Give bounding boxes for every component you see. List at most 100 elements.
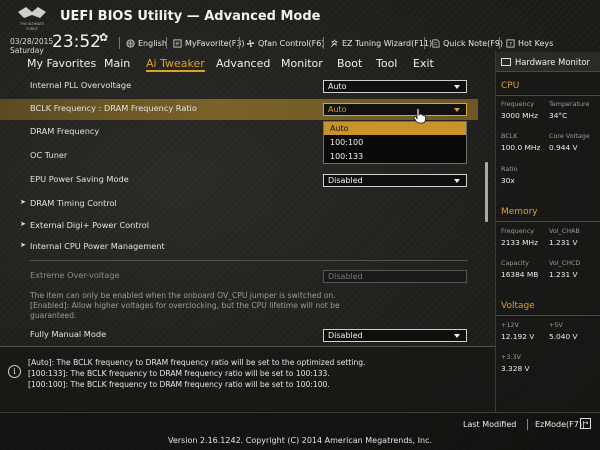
option-100-100[interactable]: 100:100 (324, 136, 466, 149)
core-voltage-label: Core Voltage (549, 132, 590, 140)
ez-tuning-button[interactable]: EZ Tuning Wizard(F11) (323, 36, 432, 50)
submenu-cpu-power[interactable]: ➤ Internal CPU Power Management (0, 237, 478, 258)
divider (239, 37, 240, 49)
hardware-monitor-header: Hardware Monitor (496, 52, 600, 72)
internal-pll-select[interactable]: Auto (323, 80, 467, 93)
v12-value: 12.192 V (501, 332, 535, 341)
bios-screen: THE ULTIMATE FORCE UEFI BIOS Utility — A… (0, 0, 600, 450)
tab-ai-tweaker[interactable]: Ai Tweaker (146, 57, 205, 72)
hotkeys-label: Hot Keys (518, 38, 554, 48)
select-value: Auto (328, 82, 347, 91)
page-title: UEFI BIOS Utility — Advanced Mode (60, 9, 321, 24)
chevron-down-icon (454, 108, 460, 112)
monitor-icon (501, 58, 511, 66)
quick-note-label: Quick Note(F9) (443, 38, 504, 48)
quick-note-button[interactable]: Quick Note(F9) (424, 36, 504, 50)
divider (499, 37, 500, 49)
divider (527, 419, 528, 430)
capacity-label: Capacity (501, 259, 529, 267)
bclk-value: 100.0 MHz (501, 143, 541, 152)
help-line: [Auto]: The BCLK frequency to DRAM frequ… (28, 358, 366, 367)
favorite-icon (172, 38, 182, 48)
scrollbar-thumb[interactable] (485, 162, 488, 222)
ratio-label: Ratio (501, 165, 518, 173)
hotkeys-icon: ? (505, 38, 515, 48)
clock-display[interactable]: 23:52 (52, 32, 101, 52)
bclk-ratio-options: Auto 100:100 100:133 (323, 121, 467, 164)
divider (496, 221, 600, 222)
bclk-ratio-select[interactable]: Auto (323, 103, 467, 116)
tab-my-favorites[interactable]: My Favorites (27, 57, 96, 70)
copyright-text: Version 2.16.1242. Copyright (C) 2014 Am… (167, 436, 433, 445)
help-panel: i [Auto]: The BCLK frequency to DRAM fre… (0, 346, 495, 412)
setting-bclk-ratio[interactable]: BCLK Frequency : DRAM Frequency Ratio Au… (0, 99, 478, 120)
epu-select[interactable]: Disabled (323, 174, 467, 187)
exit-arrow-icon[interactable]: → (580, 418, 591, 429)
chevron-down-icon (454, 334, 460, 338)
bclk-label: BCLK (501, 132, 518, 140)
setting-epu-power[interactable]: EPU Power Saving Mode Disabled (0, 170, 478, 191)
ezmode-button[interactable]: EzMode(F7)| (535, 420, 585, 429)
submenu-label: External Digi+ Power Control (30, 220, 150, 230)
section-cpu: CPU (501, 81, 520, 91)
option-auto[interactable]: Auto (324, 122, 466, 135)
hardware-monitor-title: Hardware Monitor (515, 57, 590, 67)
divider (323, 37, 324, 49)
setting-label: EPU Power Saving Mode (30, 174, 129, 184)
select-value: Disabled (328, 176, 363, 185)
cpu-frequency-label: Frequency (501, 100, 535, 108)
tab-advanced[interactable]: Advanced (216, 57, 270, 70)
cpu-temperature-value: 34°C (549, 111, 568, 120)
tab-tool[interactable]: Tool (376, 57, 397, 70)
submenu-digi-power[interactable]: ➤ External Digi+ Power Control (0, 216, 478, 237)
divider (119, 37, 120, 49)
divider (166, 37, 167, 49)
cpu-frequency-value: 3000 MHz (501, 111, 538, 120)
submenu-dram-timing[interactable]: ➤ DRAM Timing Control (0, 194, 478, 215)
note-line: [Enabled]: Allow higher voltages for ove… (30, 301, 340, 310)
hardware-monitor-panel: Hardware Monitor CPU Frequency Temperatu… (495, 52, 600, 412)
setting-internal-pll[interactable]: Internal PLL Overvoltage Auto (0, 76, 478, 97)
date-display: 03/28/2015 Saturday (10, 37, 53, 55)
rog-logo-icon: THE ULTIMATE FORCE (18, 7, 46, 31)
extreme-ov-select: Disabled (323, 270, 467, 283)
setting-label: BCLK Frequency : DRAM Frequency Ratio (30, 103, 197, 113)
select-value: Disabled (328, 272, 363, 281)
setting-label: Extreme Over-voltage (30, 270, 120, 280)
vol-chcd-value: 1.231 V (549, 270, 578, 279)
setting-label: Fully Manual Mode (30, 329, 107, 339)
hotkeys-button[interactable]: ? Hot Keys (499, 36, 554, 50)
option-100-133[interactable]: 100:133 (324, 150, 466, 163)
chevron-down-icon (454, 179, 460, 183)
tab-monitor[interactable]: Monitor (281, 57, 323, 70)
gear-icon[interactable]: ✿ (99, 31, 108, 44)
section-memory: Memory (501, 207, 538, 217)
wizard-icon (329, 38, 339, 48)
v33-label: +3.3V (501, 353, 521, 361)
globe-icon (125, 38, 135, 48)
tab-boot[interactable]: Boot (337, 57, 362, 70)
header-bar: THE ULTIMATE FORCE UEFI BIOS Utility — A… (0, 0, 600, 56)
myfavorite-button[interactable]: MyFavorite(F3) (166, 36, 245, 50)
tab-main[interactable]: Main (104, 57, 130, 70)
setting-fully-manual[interactable]: Fully Manual Mode Disabled (0, 325, 478, 346)
divider (496, 315, 600, 316)
v5-label: +5V (549, 321, 563, 329)
svg-text:FORCE: FORCE (26, 27, 37, 31)
submenu-label: Internal CPU Power Management (30, 241, 165, 251)
divider (424, 37, 425, 49)
tab-exit[interactable]: Exit (413, 57, 434, 70)
help-line: [100:133]: The BCLK frequency to DRAM fr… (28, 369, 330, 378)
svg-text:?: ? (509, 41, 512, 47)
memory-frequency-label: Frequency (501, 227, 535, 235)
last-modified-button[interactable]: Last Modified (463, 420, 516, 429)
fan-icon (245, 38, 255, 48)
note-line: The item can only be enabled when the on… (30, 291, 336, 300)
v12-label: +12V (501, 321, 519, 329)
language-button[interactable]: English (119, 36, 167, 50)
note-icon (430, 38, 440, 48)
fully-manual-select[interactable]: Disabled (323, 329, 467, 342)
footer-bar: Last Modified EzMode(F7)| → Version 2.16… (0, 412, 600, 450)
select-value: Disabled (328, 331, 363, 340)
qfan-button[interactable]: Qfan Control(F6) (239, 36, 324, 50)
